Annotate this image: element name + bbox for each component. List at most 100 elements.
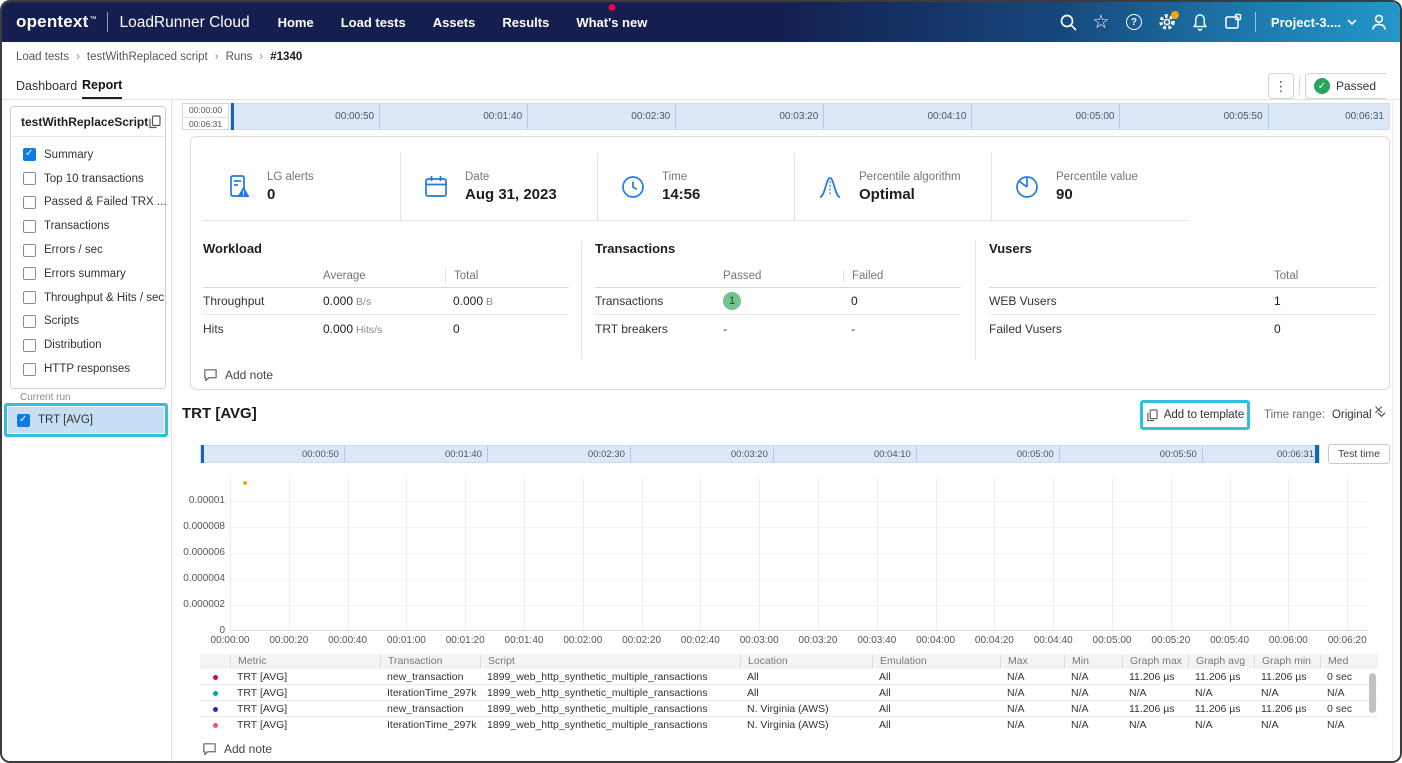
breadcrumb-item[interactable]: Runs (226, 51, 253, 63)
breadcrumb-item[interactable]: Load tests (16, 51, 69, 63)
timeline-tick-label: 00:05:00 (1017, 446, 1059, 462)
scrollbar-thumb[interactable] (1369, 673, 1376, 713)
nav-assets[interactable]: Assets (433, 11, 476, 34)
nav-whats-new[interactable]: What's new (576, 11, 647, 34)
copy-template-icon[interactable] (148, 115, 161, 129)
table-cell: N. Virginia (AWS) (740, 703, 872, 715)
table-row[interactable]: TRT [AVG]IterationTime_297k1899_web_http… (200, 685, 1378, 701)
chart-vgridline (1288, 478, 1289, 630)
transactions-title: Transactions (595, 241, 961, 256)
checkbox[interactable] (23, 244, 36, 257)
sidebar-item-top-10-transactions[interactable]: Top 10 transactions (11, 167, 165, 191)
nav-load-tests[interactable]: Load tests (341, 11, 406, 34)
timeline-start-handle[interactable] (201, 445, 204, 463)
table-cell: 1899_web_http_synthetic_multiple_ransact… (480, 671, 740, 683)
row-label: TRT breakers (595, 322, 723, 336)
sidebar-item-label: Errors / sec (44, 244, 103, 256)
timeline-tick-label: 00:06:31 (1277, 446, 1319, 462)
chart-vgridline (524, 478, 525, 630)
nav-results[interactable]: Results (502, 11, 549, 34)
favorites-star-icon[interactable]: ☆ (1090, 11, 1112, 33)
app-switcher-icon[interactable] (1222, 11, 1244, 33)
sidebar-item-summary[interactable]: Summary (11, 143, 165, 167)
checkbox[interactable] (23, 148, 36, 161)
copy-icon (1146, 409, 1158, 422)
timeline-tick-label: 00:01:40 (483, 104, 527, 129)
notifications-bell-icon[interactable] (1189, 11, 1211, 33)
chart-timeline-scrubber[interactable]: 00:00:5000:01:4000:02:3000:03:2000:04:10… (200, 445, 1320, 463)
stat-percentile-algorithm: Percentile algorithmOptimal (794, 153, 991, 220)
user-avatar-icon[interactable] (1368, 11, 1390, 33)
sidebar-item-scripts[interactable]: Scripts (11, 310, 165, 334)
stat-value: Aug 31, 2023 (465, 186, 557, 203)
checkbox[interactable] (23, 220, 36, 233)
run-summary-card: ! LG alerts0 DateAug 31, 2023 Time14:56 … (190, 136, 1390, 390)
sidebar-item-transactions[interactable]: Transactions (11, 214, 165, 238)
brand-trademark: ™ (89, 16, 96, 23)
test-time-button[interactable]: Test time (1328, 444, 1390, 464)
summary-timeline-scrubber[interactable]: 00:00:5000:01:4000:02:3000:03:2000:04:10… (230, 103, 1390, 130)
timeline-tick (1059, 446, 1060, 462)
chart-hgridline (230, 501, 1367, 502)
close-widget-icon[interactable]: × (1374, 403, 1383, 419)
table-row[interactable]: TRT [AVG]IterationTime_297k1899_web_http… (200, 717, 1378, 732)
checkbox[interactable] (23, 172, 36, 185)
breadcrumb-item[interactable]: testWithReplaced script (87, 51, 208, 63)
checkbox[interactable] (23, 267, 36, 280)
table-cell: N. Virginia (AWS) (740, 719, 872, 731)
sidebar-item-http-responses[interactable]: HTTP responses (11, 357, 165, 381)
table-row[interactable]: TRT [AVG]new_transaction1899_web_http_sy… (200, 701, 1378, 717)
stat-value: 14:56 (662, 186, 700, 203)
project-selector[interactable]: Project-3.... (1271, 15, 1357, 30)
current-run-label: Current run (20, 392, 71, 403)
col-header-passed: Passed (723, 270, 843, 282)
sidebar-item-errors-summary[interactable]: Errors summary (11, 262, 165, 286)
add-to-template-button[interactable]: Add to template (1143, 403, 1247, 427)
table-cell: N/A (1000, 703, 1064, 715)
summary-stats-row: ! LG alerts0 DateAug 31, 2023 Time14:56 … (203, 153, 1188, 221)
timeline-tick (971, 104, 972, 129)
checkbox[interactable] (23, 291, 36, 304)
table-scrollbar (1369, 671, 1376, 730)
settings-gear-icon[interactable] (1156, 11, 1178, 33)
checkbox[interactable] (23, 196, 36, 209)
add-note-button[interactable]: Add note (203, 367, 273, 382)
chart-hgridline (230, 579, 1367, 580)
timeline-tick-label: 00:05:50 (1160, 446, 1202, 462)
help-icon[interactable]: ? (1123, 11, 1145, 33)
sidebar-item-errors-sec[interactable]: Errors / sec (11, 238, 165, 262)
stat-date: DateAug 31, 2023 (400, 153, 597, 220)
row-label: WEB Vusers (989, 294, 1266, 308)
nav-home[interactable]: Home (278, 11, 314, 34)
checkbox[interactable] (23, 315, 36, 328)
sidebar-item-distribution[interactable]: Distribution (11, 333, 165, 357)
brand-logo[interactable]: opentext ™ LoadRunner Cloud (16, 12, 250, 32)
chart-hgridline (230, 527, 1367, 528)
timeline-tick-label: 00:04:10 (927, 104, 971, 129)
x-axis-tick-label: 00:04:40 (1021, 635, 1085, 646)
sidebar-item-throughput-hits-sec[interactable]: Throughput & Hits / sec (11, 286, 165, 310)
chart-vgridline (642, 478, 643, 630)
clock-icon (618, 172, 648, 202)
tab-dashboard[interactable]: Dashboard (16, 72, 77, 99)
table-row[interactable]: TRT [AVG]new_transaction1899_web_http_sy… (200, 669, 1378, 685)
settings-notification-dot (1171, 11, 1179, 19)
tab-report[interactable]: Report (82, 72, 122, 99)
checkbox[interactable] (17, 414, 30, 427)
table-column-header: Min (1064, 655, 1122, 668)
sidebar-item-passed-failed-trx[interactable]: Passed & Failed TRX ... (11, 191, 165, 215)
table-cell: N/A (1000, 671, 1064, 683)
checkbox[interactable] (23, 339, 36, 352)
timeline-start-handle[interactable] (231, 103, 234, 130)
table-cell: All (872, 671, 1000, 683)
sidebar-item-trt-avg[interactable]: TRT [AVG] (8, 407, 164, 433)
checkbox[interactable] (23, 363, 36, 376)
timeline-range-end: 00:06:31 (183, 117, 228, 130)
search-icon[interactable] (1057, 11, 1079, 33)
chart-hgridline (230, 553, 1367, 554)
time-range-control: Time range: Original (1264, 400, 1386, 430)
more-actions-kebab-icon[interactable]: ⋮ (1268, 73, 1294, 99)
chart-vgridline (348, 478, 349, 630)
add-note-button[interactable]: Add note (202, 741, 272, 756)
timeline-tick-label: 00:03:20 (779, 104, 823, 129)
